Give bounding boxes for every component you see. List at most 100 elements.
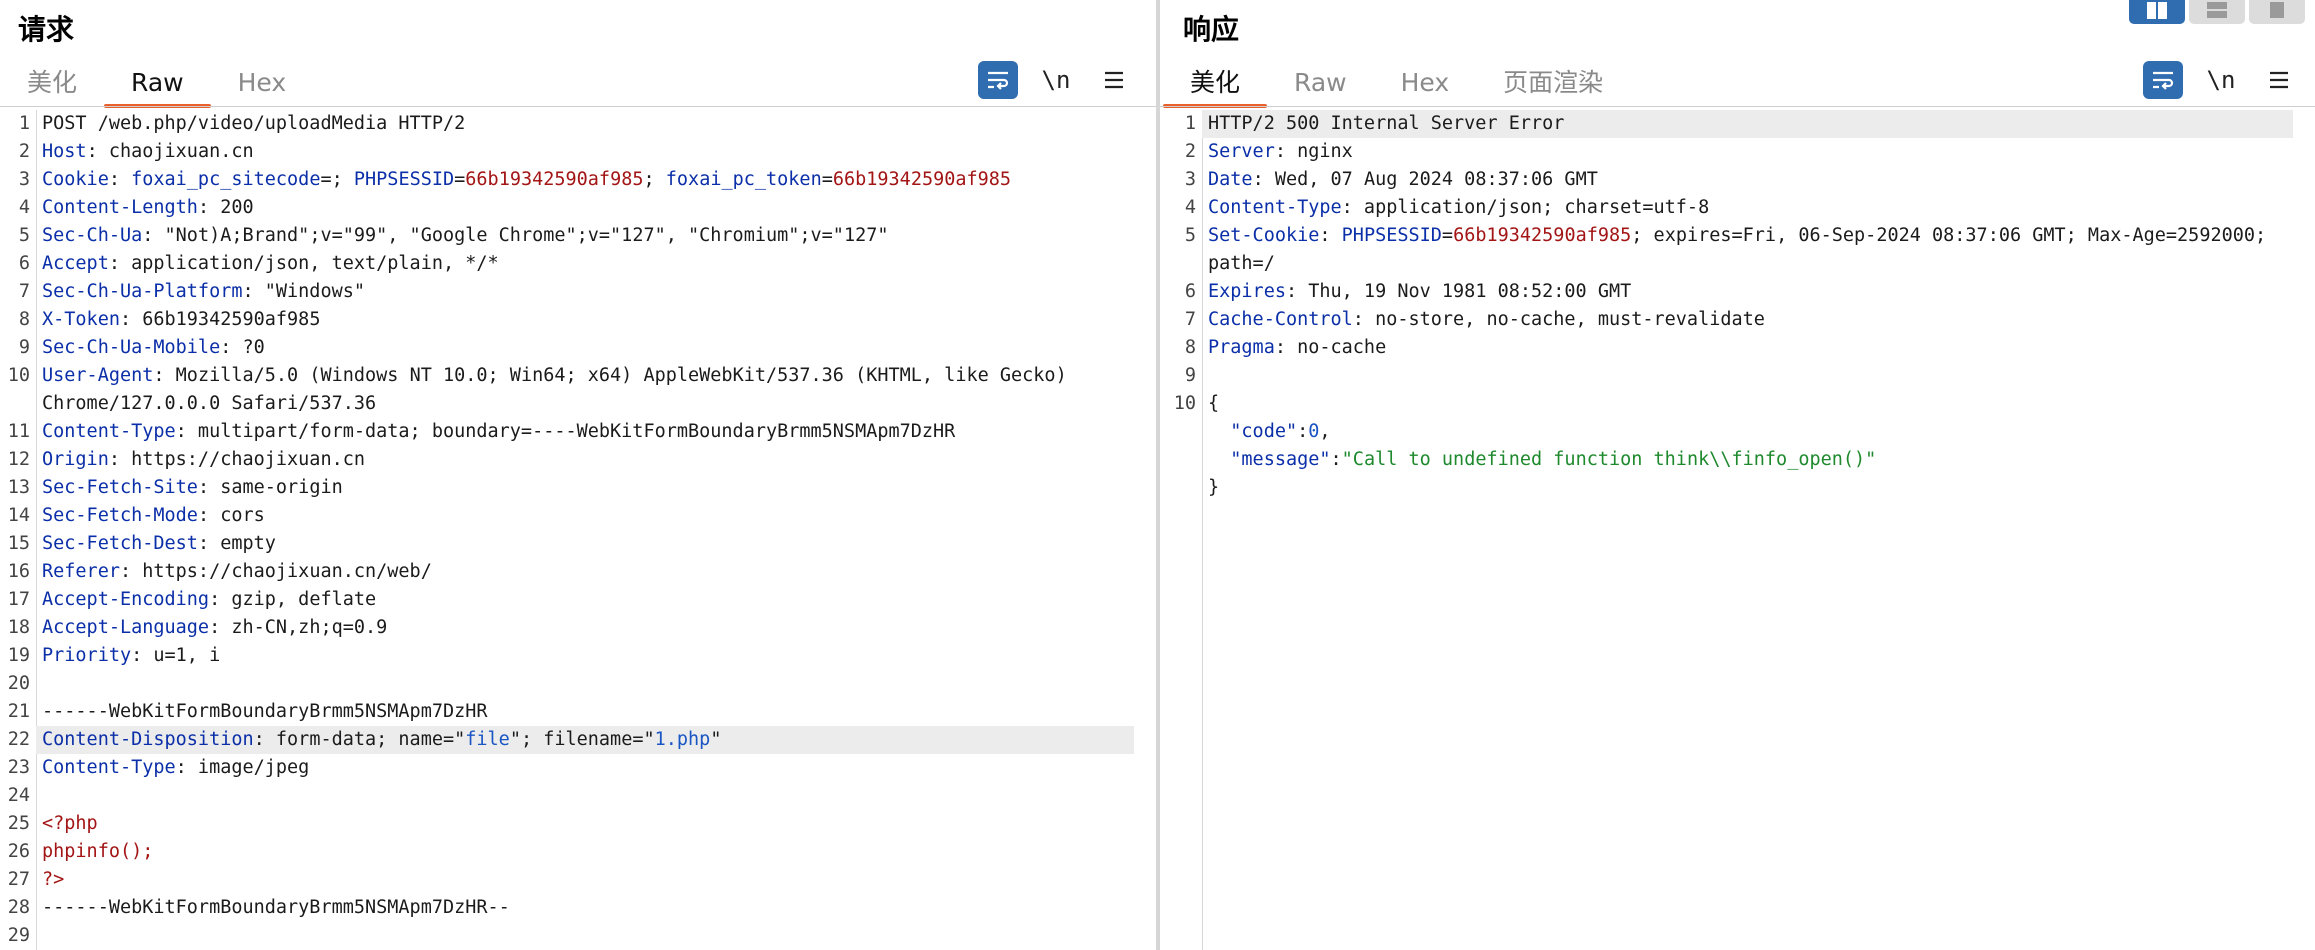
code-line[interactable]: path=/ [1202, 250, 2315, 278]
response-tab-hex[interactable]: Hex [1374, 62, 1477, 106]
line-number: 29 [7, 925, 30, 946]
code-line[interactable] [36, 922, 1156, 950]
code-line[interactable]: HTTP/2 500 Internal Server Error [1202, 110, 2293, 138]
line-number: 12 [7, 449, 30, 470]
code-token: : zh-CN,zh;q=0.9 [209, 617, 388, 638]
code-line[interactable]: Cookie: foxai_pc_sitecode=; PHPSESSID=66… [36, 166, 1156, 194]
response-newline-toggle[interactable]: \n [2201, 61, 2241, 99]
code-line[interactable]: ------WebKitFormBoundaryBrmm5NSMApm7DzHR [36, 698, 1156, 726]
code-token: Sec-Ch-Ua [42, 225, 143, 246]
response-tab-pretty[interactable]: 美化 [1163, 62, 1268, 108]
code-line[interactable]: Priority: u=1, i [36, 642, 1156, 670]
layout-stacked-button[interactable] [2189, 0, 2245, 24]
response-tab-divider [1160, 106, 2315, 107]
request-tab-hex[interactable]: Hex [211, 62, 314, 106]
line-number: 1 [1184, 113, 1196, 134]
code-token: : application/json, text/plain, */* [108, 253, 499, 274]
code-line[interactable]: Set-Cookie: PHPSESSID=66b19342590af985; … [1202, 222, 2315, 250]
code-line[interactable]: Content-Disposition: form-data; name="fi… [36, 726, 1134, 754]
request-tab-raw[interactable]: Raw [104, 62, 211, 108]
code-token: : 66b19342590af985 [119, 309, 321, 330]
code-line[interactable]: { [1202, 390, 2315, 418]
code-token: "code" [1230, 421, 1298, 442]
code-line[interactable]: POST /web.php/video/uploadMedia HTTP/2 [36, 110, 1156, 138]
code-token: POST /web.php/video/uploadMedia HTTP/2 [42, 113, 466, 134]
code-token: : https://chaojixuan.cn/web/ [119, 561, 432, 582]
code-line[interactable]: Sec-Ch-Ua-Platform: "Windows" [36, 278, 1156, 306]
code-token: ------WebKitFormBoundaryBrmm5NSMApm7DzHR… [42, 897, 510, 918]
code-line[interactable]: ?> [36, 866, 1156, 894]
code-line[interactable]: Sec-Fetch-Dest: empty [36, 530, 1156, 558]
line-number: 10 [1173, 393, 1196, 414]
code-line[interactable]: Pragma: no-cache [1202, 334, 2315, 362]
code-line[interactable]: Cache-Control: no-store, no-cache, must-… [1202, 306, 2315, 334]
code-line[interactable]: Sec-Ch-Ua-Mobile: ?0 [36, 334, 1156, 362]
request-newline-toggle[interactable]: \n [1036, 61, 1076, 99]
line-number: 25 [7, 813, 30, 834]
request-editor[interactable]: 1 2 3 4 5 6 7 8 9 10 11 12 13 14 15 16 17 18 19 20 21 22 23 24 2… [0, 110, 1156, 950]
request-code[interactable]: POST /web.php/video/uploadMedia HTTP/2 Ho… [36, 110, 1156, 950]
code-line[interactable]: Content-Type: application/json; charset=… [1202, 194, 2315, 222]
response-tab-raw[interactable]: Raw [1267, 62, 1374, 106]
code-line[interactable]: Content-Type: image/jpeg [36, 754, 1156, 782]
code-token: : Mozilla/5.0 (Windows NT 10.0; Win64; x… [153, 365, 1067, 386]
code-line[interactable]: phpinfo(); [36, 838, 1156, 866]
code-line[interactable]: Sec-Fetch-Mode: cors [36, 502, 1156, 530]
columns-icon [2147, 2, 2167, 19]
code-line[interactable]: Accept-Encoding: gzip, deflate [36, 586, 1156, 614]
rows-icon [2207, 2, 2227, 18]
response-tab-render[interactable]: 页面渲染 [1476, 62, 1630, 106]
layout-single-button[interactable] [2249, 0, 2305, 24]
code-line[interactable] [36, 670, 1156, 698]
code-token: 66b19342590af985 [832, 169, 1012, 190]
code-line[interactable]: Referer: https://chaojixuan.cn/web/ [36, 558, 1156, 586]
code-line[interactable]: Sec-Ch-Ua: "Not)A;Brand";v="99", "Google… [36, 222, 1156, 250]
response-wrap-toggle[interactable] [2143, 61, 2183, 99]
code-token: : form-data; name=" [253, 729, 466, 750]
line-number: 5 [18, 225, 30, 246]
code-token: Set-Cookie [1208, 225, 1320, 246]
code-token: : application/json; charset=utf-8 [1341, 197, 1710, 218]
response-toolbar: \n [2143, 60, 2315, 100]
request-tab-pretty[interactable]: 美化 [0, 62, 104, 106]
response-code[interactable]: HTTP/2 500 Internal Server Error Server: … [1202, 110, 2315, 950]
code-line[interactable]: Content-Length: 200 [36, 194, 1156, 222]
code-line[interactable]: Accept-Language: zh-CN,zh;q=0.9 [36, 614, 1156, 642]
line-number: 6 [1184, 281, 1196, 302]
code-line[interactable]: } [1202, 474, 2315, 502]
code-line[interactable]: Chrome/127.0.0.0 Safari/537.36 [36, 390, 1156, 418]
code-line[interactable]: Origin: https://chaojixuan.cn [36, 446, 1156, 474]
code-line[interactable]: "code":0, [1202, 418, 2315, 446]
code-token: Accept [42, 253, 109, 274]
code-line[interactable]: X-Token: 66b19342590af985 [36, 306, 1156, 334]
code-line[interactable]: Accept: application/json, text/plain, */… [36, 250, 1156, 278]
wrap-lines-icon [2153, 71, 2174, 90]
response-menu-button[interactable] [2259, 61, 2299, 99]
code-line[interactable]: Date: Wed, 07 Aug 2024 08:37:06 GMT [1202, 166, 2315, 194]
code-token: : Wed, 07 Aug 2024 08:37:06 GMT [1252, 169, 1598, 190]
request-menu-button[interactable] [1094, 61, 1134, 99]
line-number: 20 [7, 673, 30, 694]
code-line[interactable]: "message":"Call to undefined function th… [1202, 446, 2315, 474]
code-line[interactable] [36, 782, 1156, 810]
code-token: : cors [197, 505, 265, 526]
request-wrap-toggle[interactable] [978, 61, 1018, 99]
code-line[interactable]: Host: chaojixuan.cn [36, 138, 1156, 166]
code-line[interactable]: Content-Type: multipart/form-data; bound… [36, 418, 1156, 446]
line-number: 4 [18, 197, 30, 218]
code-line[interactable]: User-Agent: Mozilla/5.0 (Windows NT 10.0… [36, 362, 1156, 390]
code-token: "; filename=" [509, 729, 655, 750]
code-line[interactable]: Server: nginx [1202, 138, 2315, 166]
code-line[interactable] [1202, 362, 2315, 390]
code-line[interactable]: Expires: Thu, 19 Nov 1981 08:52:00 GMT [1202, 278, 2315, 306]
code-token: : gzip, deflate [209, 589, 377, 610]
response-editor[interactable]: 1 2 3 4 5 6 7 8 9 10 HTTP/2 500 Internal Server E… [1160, 110, 2315, 950]
code-line[interactable]: Sec-Fetch-Site: same-origin [36, 474, 1156, 502]
layout-side-by-side-button[interactable] [2129, 0, 2185, 24]
code-token: X-Token [42, 309, 120, 330]
line-number [1160, 446, 1202, 474]
line-number: 11 [7, 421, 30, 442]
code-line[interactable]: ------WebKitFormBoundaryBrmm5NSMApm7DzHR… [36, 894, 1156, 922]
code-line[interactable]: <?php [36, 810, 1156, 838]
hamburger-menu-icon [2270, 71, 2288, 89]
